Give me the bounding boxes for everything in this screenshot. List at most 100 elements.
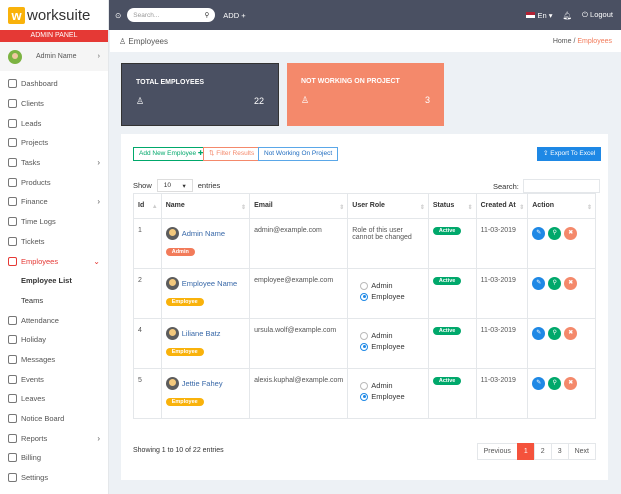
view-icon[interactable]: ⚲ xyxy=(548,327,562,340)
view-icon[interactable]: ⚲ xyxy=(548,227,562,240)
sidebar-item-notice-board[interactable]: Notice Board xyxy=(0,409,108,429)
menu-toggle-icon[interactable]: ⊙ xyxy=(115,11,121,20)
sort-icon: ⇕ xyxy=(586,205,592,211)
leaves-icon xyxy=(8,394,17,404)
avatar xyxy=(8,49,22,64)
cell-id: 5 xyxy=(133,368,162,419)
column-header-id[interactable]: Id ▲ xyxy=(133,193,162,219)
sidebar-item-billing[interactable]: Billing xyxy=(0,448,108,468)
edit-icon[interactable]: ✎ xyxy=(532,327,546,340)
page-1[interactable]: 1 xyxy=(516,443,535,460)
column-header-name[interactable]: Name ⇕ xyxy=(160,193,251,219)
delete-icon[interactable]: ✖ xyxy=(564,277,578,290)
sidebar-item-holiday[interactable]: Holiday xyxy=(0,330,108,350)
language-select[interactable]: En ▾ xyxy=(526,11,552,20)
table-info: Showing 1 to 10 of 22 entries xyxy=(133,447,224,454)
employee-name-link[interactable]: Jettie Fahey xyxy=(165,377,245,390)
previous-page-button[interactable]: Previous xyxy=(476,443,518,460)
column-header-created-at[interactable]: Created At ⇕ xyxy=(475,193,529,219)
employee-name-link[interactable]: Employee Name xyxy=(165,277,245,290)
logout-button[interactable]: ⏻ Logout xyxy=(582,10,613,20)
status-badge: Active xyxy=(432,377,462,385)
sidebar-item-employee-list[interactable]: Employee List xyxy=(0,271,108,291)
holiday-icon xyxy=(8,335,17,345)
column-header-status[interactable]: Status ⇕ xyxy=(427,193,477,219)
user-menu[interactable]: Admin Name › xyxy=(0,42,108,71)
column-header-email[interactable]: Email ⇕ xyxy=(249,193,349,219)
entries-select[interactable]: 10 ▾ xyxy=(156,179,193,192)
delete-icon[interactable]: ✖ xyxy=(564,227,578,240)
sidebar-item-time-logs[interactable]: Time Logs xyxy=(0,212,108,232)
avatar xyxy=(165,377,179,390)
chevron-down-icon: ⌄ xyxy=(93,256,100,266)
export-excel-button[interactable]: ⇪ Export To Excel xyxy=(537,147,602,161)
sidebar-item-teams[interactable]: Teams xyxy=(0,291,108,311)
user-icon: ♙ xyxy=(119,36,129,46)
add-employee-button[interactable]: Add New Employee ✚ xyxy=(133,147,210,161)
table-row: 2 Employee Name Employee employee@example.c… xyxy=(133,268,596,319)
status-badge: Active xyxy=(432,277,462,285)
sidebar-item-projects[interactable]: Projects xyxy=(0,133,108,153)
role-radio-employee[interactable]: Employee xyxy=(360,342,424,351)
flag-icon xyxy=(526,11,536,18)
column-header-user-role[interactable]: User Role ⇕ xyxy=(347,193,429,219)
reports-icon xyxy=(8,433,17,443)
sidebar-item-tasks[interactable]: Tasks › xyxy=(0,153,108,173)
tickets-icon xyxy=(8,236,17,246)
sidebar-item-products[interactable]: Products xyxy=(0,172,108,192)
chevron-right-icon: › xyxy=(97,197,100,207)
avatar xyxy=(165,327,179,340)
breadcrumb-home[interactable]: Home xyxy=(553,38,572,45)
sidebar-item-settings[interactable]: Settings xyxy=(0,468,108,488)
filter-results-button[interactable]: ⇅ Filter Results xyxy=(203,147,261,161)
role-radio-admin[interactable]: Admin xyxy=(360,331,424,340)
attendance-icon xyxy=(8,315,17,325)
chevron-right-icon: › xyxy=(97,53,100,60)
status-badge: Active xyxy=(432,327,462,335)
sort-icon: ⇕ xyxy=(519,205,525,211)
sidebar-item-leaves[interactable]: Leaves xyxy=(0,389,108,409)
sidebar-item-finance[interactable]: Finance › xyxy=(0,192,108,212)
role-radio-employee[interactable]: Employee xyxy=(360,392,424,401)
search-input[interactable]: Search... ⚲ xyxy=(127,8,216,22)
sidebar-item-attendance[interactable]: Attendance xyxy=(0,310,108,330)
role-radio-admin[interactable]: Admin xyxy=(360,381,424,390)
table-row: 5 Jettie Fahey Employee alexis.kuphal@examp… xyxy=(133,368,596,419)
sort-icon: ⇕ xyxy=(419,205,425,211)
sidebar-item-leads[interactable]: Leads xyxy=(0,113,108,133)
view-icon[interactable]: ⚲ xyxy=(548,377,562,390)
sidebar-item-clients[interactable]: Clients xyxy=(0,94,108,114)
edit-icon[interactable]: ✎ xyxy=(532,277,546,290)
column-header-action[interactable]: Action ⇕ xyxy=(527,193,596,219)
sidebar-item-tickets[interactable]: Tickets xyxy=(0,232,108,252)
bell-icon[interactable]: 🔔︎ xyxy=(562,11,572,20)
role-radio-employee[interactable]: Employee xyxy=(360,292,424,301)
role-radio-admin[interactable]: Admin xyxy=(360,281,424,290)
delete-icon[interactable]: ✖ xyxy=(564,327,578,340)
view-icon[interactable]: ⚲ xyxy=(548,277,562,290)
edit-icon[interactable]: ✎ xyxy=(532,227,546,240)
page-header: ♙ Employees Home / Employees xyxy=(110,30,621,52)
table-search-input[interactable] xyxy=(522,179,600,193)
sidebar-item-reports[interactable]: Reports › xyxy=(0,428,108,448)
breadcrumb: Home / Employees xyxy=(552,37,612,45)
logo[interactable]: w worksuite xyxy=(0,0,108,30)
sidebar-item-dashboard[interactable]: Dashboard xyxy=(0,74,108,94)
sidebar-item-messages[interactable]: Messages xyxy=(0,350,108,370)
add-button[interactable]: ADD + xyxy=(223,11,245,20)
dashboard-icon xyxy=(8,79,17,89)
page-3[interactable]: 3 xyxy=(550,443,569,460)
edit-icon[interactable]: ✎ xyxy=(532,377,546,390)
sidebar-item-employees[interactable]: Employees ⌄ xyxy=(0,251,108,271)
sidebar-item-events[interactable]: Events xyxy=(0,369,108,389)
sort-icon: ⇕ xyxy=(467,205,473,211)
next-page-button[interactable]: Next xyxy=(567,443,596,460)
clients-icon xyxy=(8,99,17,109)
employees-icon xyxy=(8,256,17,266)
employee-name-link[interactable]: Liliane Batz xyxy=(165,327,245,340)
page-2[interactable]: 2 xyxy=(533,443,552,460)
employee-name-link[interactable]: Admin Name xyxy=(165,227,245,240)
role-badge: Employee xyxy=(165,398,204,406)
not-working-button[interactable]: Not Working On Project xyxy=(258,147,339,161)
delete-icon[interactable]: ✖ xyxy=(564,377,578,390)
